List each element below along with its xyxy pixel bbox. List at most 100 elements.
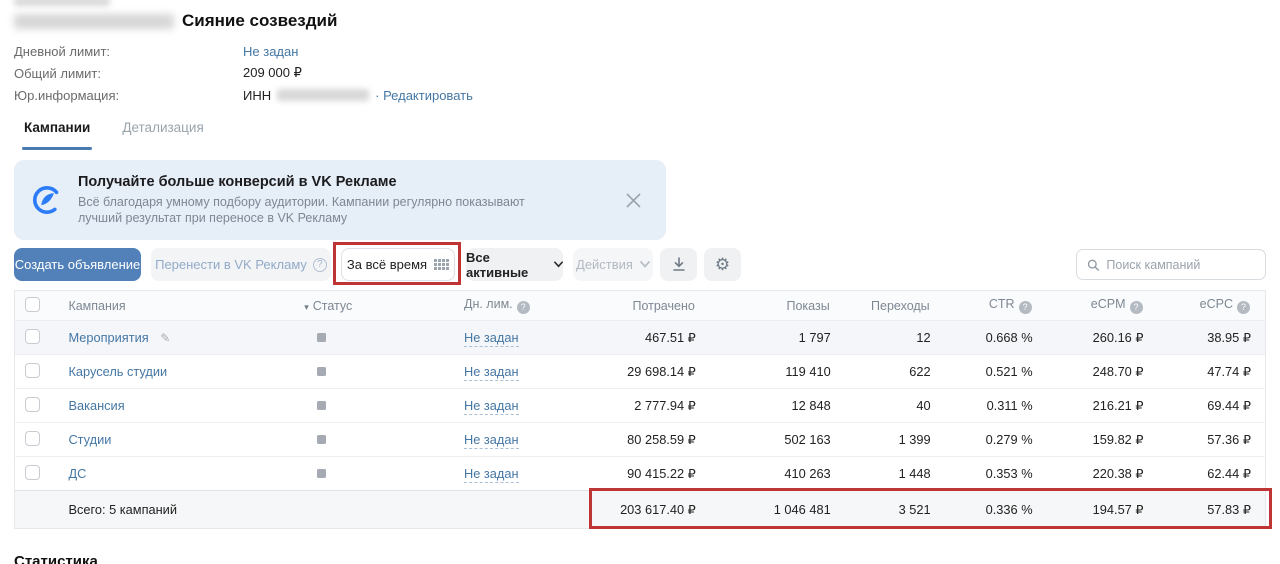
transfer-to-vk-ads-button[interactable]: Перенести в VK Рекламу ? <box>151 248 331 281</box>
time-period-button[interactable]: За всё время <box>341 248 455 281</box>
actions-dropdown[interactable]: Действия <box>573 248 653 281</box>
row-checkbox[interactable] <box>25 397 40 412</box>
legal-info-value: ИНН · Редактировать <box>243 88 473 103</box>
vk-ads-promo-banner: Получайте больше конверсий в VK Рекламе … <box>14 160 666 240</box>
cell-impressions: 1 797 <box>710 321 845 355</box>
vk-ads-logo-icon <box>30 183 64 217</box>
daily-limit-link[interactable]: Не задан <box>464 330 519 347</box>
edit-pencil-icon[interactable]: ✎ <box>160 331 170 345</box>
create-ad-button[interactable]: Создать объявление <box>14 248 141 281</box>
column-header-clicks[interactable]: Переходы <box>845 291 945 321</box>
column-header-ecpc[interactable]: eCPC? <box>1158 291 1266 321</box>
export-download-button[interactable] <box>660 248 697 281</box>
campaign-name-link[interactable]: Карусель студии <box>68 364 167 379</box>
search-icon <box>1087 258 1099 272</box>
help-icon[interactable]: ? <box>1130 301 1143 314</box>
banner-text-line1: Всё благодаря умному подбору аудитории. … <box>78 194 608 210</box>
tab-campaigns[interactable]: Кампании <box>24 120 90 150</box>
column-header-ecpm[interactable]: eCPM? <box>1047 291 1158 321</box>
cell-clicks: 12 <box>845 321 945 355</box>
banner-close-button[interactable] <box>618 185 648 215</box>
cell-ecpc: 62.44 ₽ <box>1158 457 1266 491</box>
row-checkbox[interactable] <box>25 329 40 344</box>
edit-legal-link[interactable]: · Редактировать <box>375 88 473 103</box>
campaigns-table: Кампания ▾Статус Дн. лим.? Потрачено Пок… <box>14 290 1266 529</box>
help-icon[interactable]: ? <box>1237 301 1250 314</box>
account-header: Сияние созвездий Дневной лимит: Не задан… <box>0 0 1280 106</box>
cell-ecpm: 220.38 ₽ <box>1047 457 1158 491</box>
cell-clicks: 622 <box>845 355 945 389</box>
campaign-name-link[interactable]: Мероприятия <box>68 330 148 345</box>
calendar-grid-icon <box>434 259 449 270</box>
column-header-daily-limit[interactable]: Дн. лим.? <box>450 291 560 321</box>
campaign-name-link[interactable]: ДС <box>68 466 86 481</box>
inn-label: ИНН <box>243 88 271 103</box>
cell-impressions: 12 848 <box>710 389 845 423</box>
totals-ecpc: 57.83 ₽ <box>1158 491 1266 529</box>
help-icon[interactable]: ? <box>313 258 327 272</box>
cell-ctr: 0.311 % <box>945 389 1047 423</box>
table-row[interactable]: Мероприятия ✎ Не задан 467.51 ₽ 1 797 12… <box>15 321 1266 355</box>
totals-spent: 203 617.40 ₽ <box>560 491 710 529</box>
status-stopped-icon <box>317 469 326 478</box>
redacted-account-id <box>14 14 174 29</box>
select-all-checkbox[interactable] <box>25 297 40 312</box>
table-body: Мероприятия ✎ Не задан 467.51 ₽ 1 797 12… <box>15 321 1266 491</box>
campaign-name-link[interactable]: Вакансия <box>68 398 124 413</box>
help-icon[interactable]: ? <box>1019 301 1032 314</box>
cell-ctr: 0.279 % <box>945 423 1047 457</box>
cell-ecpc: 69.44 ₽ <box>1158 389 1266 423</box>
cell-spent: 467.51 ₽ <box>560 321 710 355</box>
column-header-status[interactable]: ▾Статус <box>290 291 450 321</box>
status-filter-dropdown[interactable]: Все активные <box>466 248 563 281</box>
totals-clicks: 3 521 <box>845 491 945 529</box>
redacted-inn-number <box>277 89 369 101</box>
actions-dropdown-label: Действия <box>576 257 633 272</box>
table-row[interactable]: Студии ✎ Не задан 80 258.59 ₽ 502 163 1 … <box>15 423 1266 457</box>
campaign-search[interactable] <box>1076 249 1266 280</box>
cell-impressions: 410 263 <box>710 457 845 491</box>
cell-impressions: 502 163 <box>710 423 845 457</box>
table-row[interactable]: ДС ✎ Не задан 90 415.22 ₽ 410 263 1 448 … <box>15 457 1266 491</box>
transfer-button-label: Перенести в VK Рекламу <box>155 257 307 272</box>
column-header-spent[interactable]: Потрачено <box>560 291 710 321</box>
daily-limit-value[interactable]: Не задан <box>243 44 298 59</box>
daily-limit-link[interactable]: Не задан <box>464 364 519 381</box>
campaign-name-link[interactable]: Студии <box>68 432 111 447</box>
row-checkbox[interactable] <box>25 465 40 480</box>
close-icon <box>625 192 642 209</box>
table-row[interactable]: Карусель студии ✎ Не задан 29 698.14 ₽ 1… <box>15 355 1266 389</box>
cell-ecpm: 216.21 ₽ <box>1047 389 1158 423</box>
totals-impressions: 1 046 481 <box>710 491 845 529</box>
cell-spent: 90 415.22 ₽ <box>560 457 710 491</box>
daily-limit-link[interactable]: Не задан <box>464 432 519 449</box>
cell-clicks: 1 399 <box>845 423 945 457</box>
totals-label: Всего: 5 кампаний <box>62 491 290 529</box>
tab-details[interactable]: Детализация <box>122 120 203 150</box>
cell-impressions: 119 410 <box>710 355 845 389</box>
sort-caret-icon[interactable]: ▾ <box>304 302 309 312</box>
cell-ecpc: 38.95 ₽ <box>1158 321 1266 355</box>
cell-ecpc: 47.74 ₽ <box>1158 355 1266 389</box>
totals-row: Всего: 5 кампаний 203 617.40 ₽ 1 046 481… <box>15 491 1266 529</box>
banner-text-line2: лучший результат при переносе в VK Рекла… <box>78 210 608 226</box>
table-settings-button[interactable]: ⚙ <box>704 248 741 281</box>
status-stopped-icon <box>317 333 326 342</box>
help-icon[interactable]: ? <box>517 301 530 314</box>
table-row[interactable]: Вакансия ✎ Не задан 2 777.94 ₽ 12 848 40… <box>15 389 1266 423</box>
download-icon <box>672 257 686 272</box>
cell-spent: 29 698.14 ₽ <box>560 355 710 389</box>
column-header-ctr[interactable]: CTR? <box>945 291 1047 321</box>
daily-limit-link[interactable]: Не задан <box>464 466 519 483</box>
row-checkbox[interactable] <box>25 363 40 378</box>
column-header-campaign[interactable]: Кампания <box>62 291 290 321</box>
column-header-impressions[interactable]: Показы <box>710 291 845 321</box>
cell-clicks: 1 448 <box>845 457 945 491</box>
daily-limit-link[interactable]: Не задан <box>464 398 519 415</box>
campaigns-toolbar: Создать объявление Перенести в VK Реклам… <box>14 248 1266 282</box>
search-input[interactable] <box>1106 258 1255 272</box>
statistics-section-heading: Статистика <box>14 553 1266 564</box>
period-button-label: За всё время <box>347 257 427 272</box>
row-checkbox[interactable] <box>25 431 40 446</box>
cell-ctr: 0.353 % <box>945 457 1047 491</box>
